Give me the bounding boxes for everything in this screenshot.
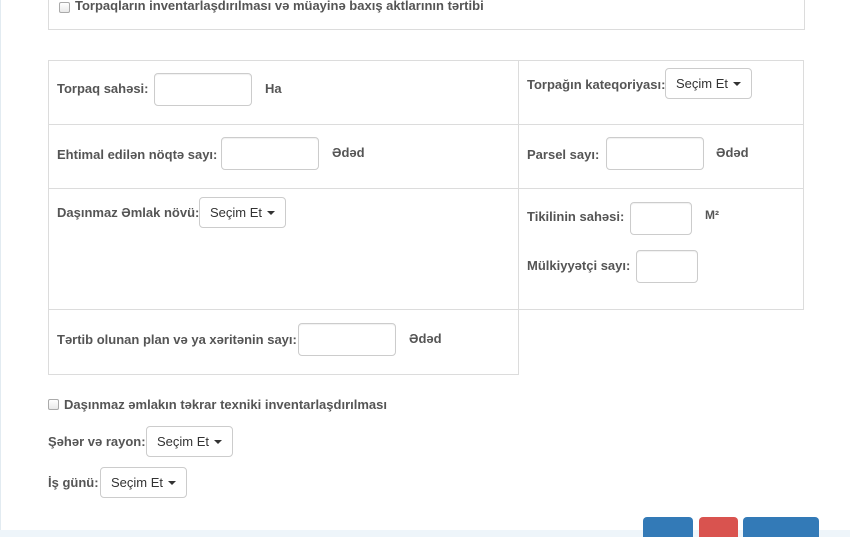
form-panel: Torpaqların inventarlaşdırılması və müay… <box>0 0 850 537</box>
building-info-cell: Tikilinin sahəsi: M² Mülkiyyətçi sayı: <box>518 188 804 310</box>
chevron-down-icon <box>267 211 275 215</box>
work-day-dropdown-label: Seçim Et <box>110 475 163 490</box>
estimated-points-cell: Ehtimal edilən nöqtə sayı: Ədəd <box>48 124 519 189</box>
owner-count-label: Mülkiyyətçi sayı: <box>527 258 631 273</box>
land-area-cell: Torpaq sahəsi: Ha <box>48 60 519 125</box>
chevron-down-icon <box>733 82 741 86</box>
parcel-count-input[interactable] <box>606 137 704 170</box>
inventory-section: Torpaqların inventarlaşdırılması və müay… <box>48 0 805 30</box>
land-category-label: Torpağın kateqoriyası: <box>527 77 666 92</box>
property-type-cell: Daşınmaz Əmlak növü: Seçim Et <box>48 188 519 310</box>
plan-count-input[interactable] <box>298 323 396 356</box>
land-area-label: Torpaq sahəsi: <box>57 81 149 96</box>
chevron-down-icon <box>168 481 176 485</box>
estimated-points-unit: Ədəd <box>332 145 365 160</box>
land-area-input[interactable] <box>154 73 252 106</box>
reinventory-checkbox-label: Daşınmaz əmlakın təkrar texniki inventar… <box>64 397 387 412</box>
land-area-unit: Ha <box>265 81 282 96</box>
property-type-label: Daşınmaz Əmlak növü: <box>57 205 200 220</box>
danger-button[interactable] <box>699 517 738 537</box>
property-type-dropdown-label: Seçim Et <box>209 205 262 220</box>
building-area-input[interactable] <box>630 202 692 235</box>
estimated-points-label: Ehtimal edilən nöqtə sayı: <box>57 147 218 162</box>
primary-button[interactable] <box>643 517 693 537</box>
plan-count-cell: Tərtib olunan plan və ya xəritənin sayı:… <box>48 309 519 375</box>
building-area-unit: M² <box>705 208 719 222</box>
estimated-points-input[interactable] <box>221 137 319 170</box>
property-type-dropdown[interactable]: Seçim Et <box>199 197 286 228</box>
building-area-label: Tikilinin sahəsi: <box>527 209 625 224</box>
city-district-label: Şəhər və rayon: <box>48 434 146 449</box>
reinventory-checkbox[interactable] <box>48 399 59 410</box>
chevron-down-icon <box>214 440 222 444</box>
parcel-count-label: Parsel sayı: <box>527 147 600 162</box>
owner-count-input[interactable] <box>636 250 698 283</box>
land-category-cell: Torpağın kateqoriyası: Seçim Et <box>518 60 804 125</box>
land-category-dropdown-label: Seçim Et <box>675 76 728 91</box>
plan-count-label: Tərtib olunan plan və ya xəritənin sayı: <box>57 332 297 347</box>
city-district-dropdown-label: Seçim Et <box>156 434 209 449</box>
parcel-count-unit: Ədəd <box>716 145 749 160</box>
land-category-dropdown[interactable]: Seçim Et <box>665 68 752 99</box>
plan-count-unit: Ədəd <box>409 331 442 346</box>
inventory-checkbox-label: Torpaqların inventarlaşdırılması və müay… <box>75 0 484 13</box>
secondary-primary-button[interactable] <box>743 517 819 537</box>
work-day-dropdown[interactable]: Seçim Et <box>100 467 187 498</box>
inventory-checkbox[interactable] <box>59 2 70 13</box>
city-district-dropdown[interactable]: Seçim Et <box>146 426 233 457</box>
parcel-count-cell: Parsel sayı: Ədəd <box>518 124 804 189</box>
work-day-label: İş günü: <box>48 475 99 490</box>
